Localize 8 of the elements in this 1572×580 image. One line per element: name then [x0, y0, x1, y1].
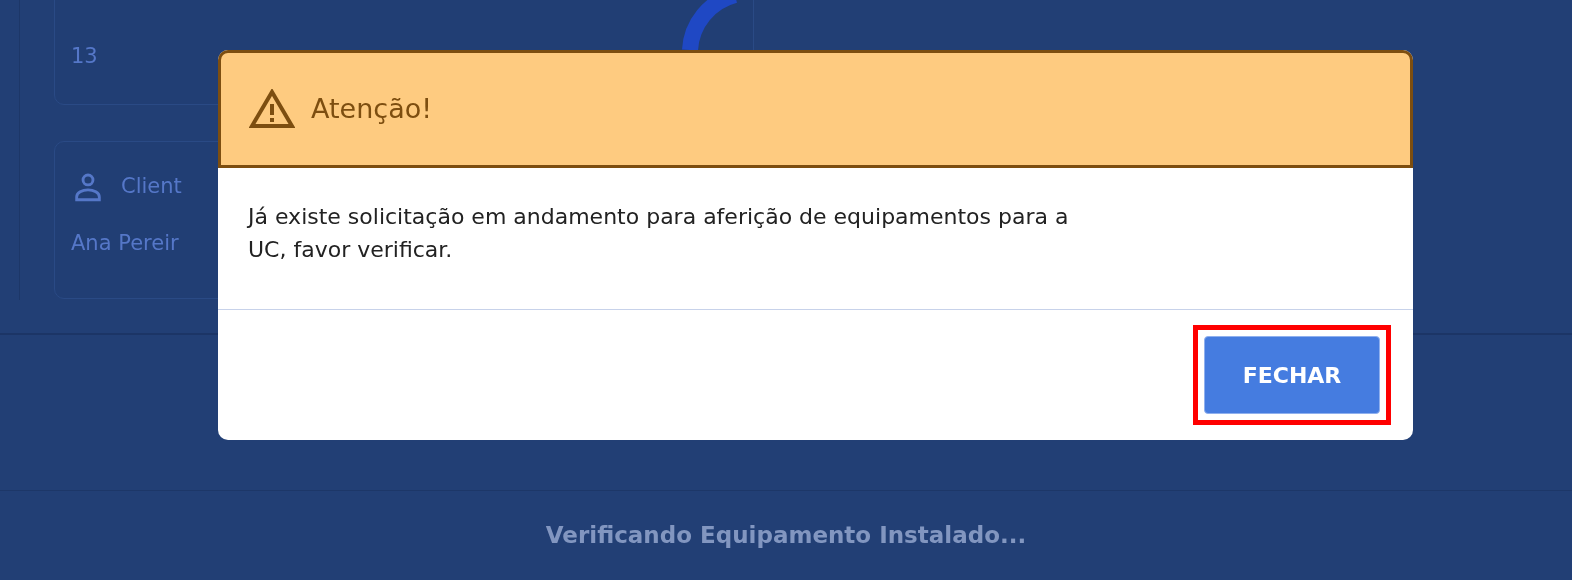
status-text: Verificando Equipamento Instalado...: [545, 521, 1027, 551]
warning-icon: [249, 89, 295, 129]
dialog-title: Atenção!: [311, 91, 433, 126]
card-value: 13: [71, 42, 98, 70]
card-label: Client: [121, 173, 182, 201]
card-value: Ana Pereir: [71, 231, 179, 255]
close-button[interactable]: FECHAR: [1204, 336, 1380, 414]
dialog-message: Já existe solicitação em andamento para aferição de equipamentos para a UC, favor verificar.: [248, 203, 1070, 264]
